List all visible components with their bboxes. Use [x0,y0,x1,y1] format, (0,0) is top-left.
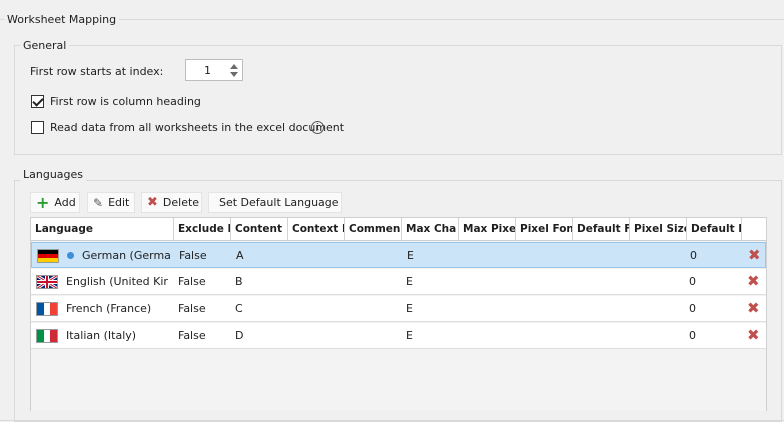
cell-language: French (France) [66,302,152,315]
cell-exclude: False [178,329,206,342]
it-flag-icon [36,329,58,343]
col-header-max-pixels[interactable]: Max Pixe [459,218,516,240]
cell-pixel-size: 0 [690,249,697,262]
plus-icon: + [36,192,50,212]
set-default-language-button[interactable]: Set Default Language [208,192,342,213]
delete-row-icon[interactable]: ✖ [748,247,761,263]
cell-exclude: False [178,302,206,315]
all-worksheets-checkbox[interactable] [31,121,44,134]
worksheet-mapping-title: Worksheet Mapping [4,13,120,26]
decrement-arrow-icon[interactable] [230,72,238,77]
cell-content: D [235,329,244,342]
grid-header: Language Exclude I Content Context I Com… [31,218,766,241]
table-row[interactable]: Italian (Italy) False D E 0 ✖ [31,323,766,349]
default-language-dot-icon [67,252,74,259]
cell-content: C [235,302,243,315]
increment-arrow-icon[interactable] [230,64,238,69]
first-row-index-label: First row starts at index: [30,65,164,78]
col-header-content[interactable]: Content [231,218,288,240]
general-title: General [20,39,70,52]
table-row[interactable]: French (France) False C E 0 ✖ [31,296,766,322]
col-header-language[interactable]: Language [31,218,174,240]
cell-content: A [236,249,244,262]
stepper-arrows[interactable] [229,63,239,79]
first-row-index-stepper[interactable]: 1 [185,59,243,81]
set-default-label: Set Default Language [219,196,339,209]
col-header-default-f2[interactable]: Default F [687,218,742,240]
gb-flag-icon [36,275,58,289]
fr-flag-icon [36,302,58,316]
first-row-heading-label: First row is column heading [50,95,201,108]
de-flag-icon [37,249,59,263]
cell-max-chars: E [406,302,413,315]
first-row-index-value[interactable]: 1 [204,64,211,77]
col-header-context[interactable]: Context I [288,218,345,240]
add-button-label: Add [54,196,76,209]
cell-language: Italian (Italy) [66,329,137,342]
col-header-actions [742,218,766,240]
all-worksheets-label: Read data from all worksheets in the exc… [50,121,345,134]
cell-language: English (United Kir [66,275,168,288]
col-header-comment[interactable]: Commen [345,218,402,240]
cell-pixel-size: 0 [689,329,696,342]
delete-x-icon: ✖ [147,195,158,210]
delete-row-icon[interactable]: ✖ [747,327,760,343]
cell-pixel-size: 0 [689,302,696,315]
cell-max-chars: E [406,275,413,288]
add-button[interactable]: + Add [30,192,80,213]
edit-button-label: Edit [108,196,130,209]
table-row[interactable]: German (Germa False A E 0 ✖ [31,242,766,268]
cell-pixel-size: 0 [689,275,696,288]
col-header-default-font[interactable]: Default F [573,218,630,240]
cell-language: German (Germa [82,249,171,262]
delete-button[interactable]: ✖ Delete [141,192,202,213]
languages-title: Languages [20,168,87,181]
table-row[interactable]: English (United Kir False B E 0 ✖ [31,269,766,295]
first-row-heading-checkbox[interactable] [31,95,44,108]
delete-button-label: Delete [162,196,200,209]
cell-exclude: False [178,275,206,288]
languages-grid: Language Exclude I Content Context I Com… [30,217,767,411]
pencil-icon: ✎ [93,195,104,210]
cell-exclude: False [179,249,207,262]
delete-row-icon[interactable]: ✖ [747,273,760,289]
delete-row-icon[interactable]: ✖ [747,300,760,316]
edit-button[interactable]: ✎ Edit [87,192,135,213]
info-icon[interactable]: i [311,121,324,134]
col-header-pixel-size[interactable]: Pixel Size [630,218,687,240]
cell-max-chars: E [406,329,413,342]
cell-max-chars: E [407,249,414,262]
col-header-max-chars[interactable]: Max Cha [402,218,459,240]
checkmark-icon [32,95,44,107]
col-header-pixel-font[interactable]: Pixel Fon [516,218,573,240]
col-header-exclude[interactable]: Exclude I [174,218,231,240]
cell-content: B [235,275,243,288]
